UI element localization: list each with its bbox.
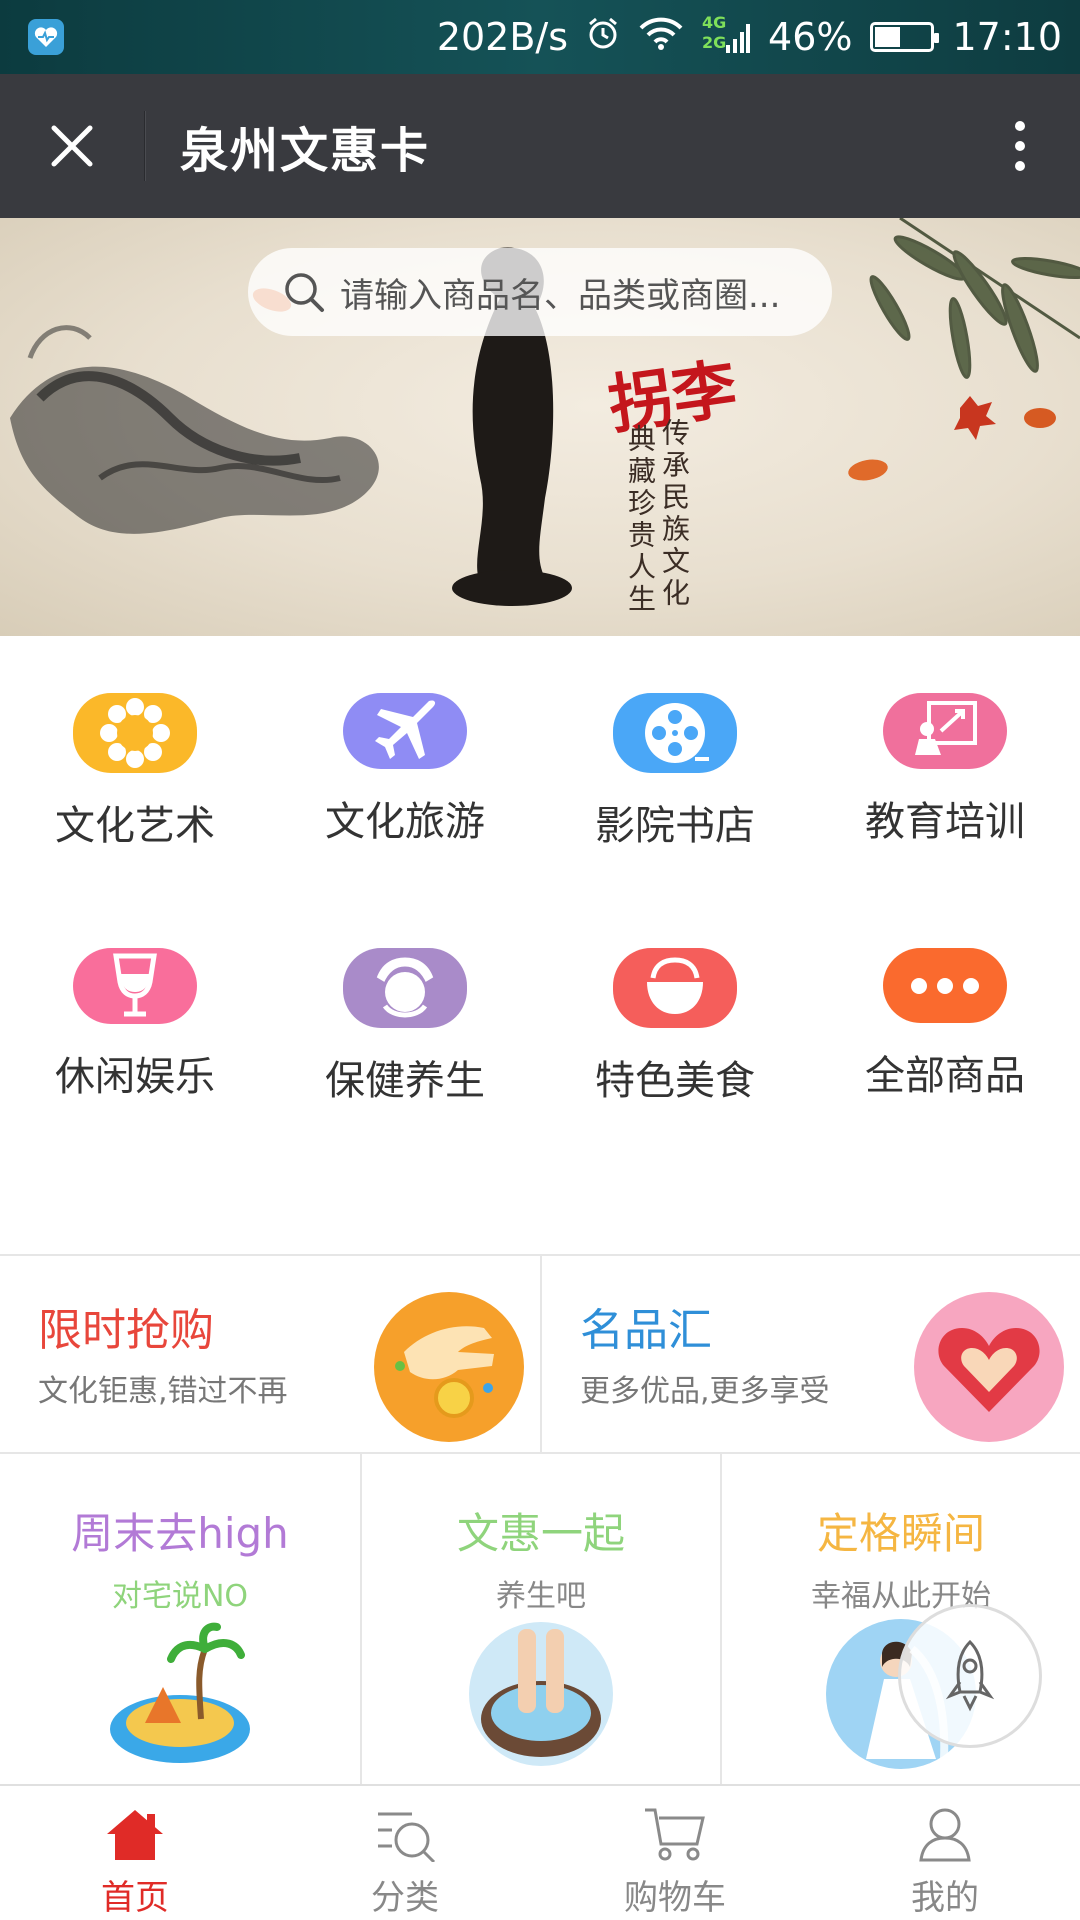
more-menu-button[interactable] xyxy=(960,74,1080,218)
search-bar[interactable]: 请输入商品名、品类或商圈... xyxy=(248,248,832,336)
blackboard-teacher-icon xyxy=(883,693,1007,769)
health-app-icon xyxy=(28,19,64,55)
category-label: 文化旅游 xyxy=(325,799,485,845)
category-culture-art[interactable]: 文化艺术 xyxy=(0,636,270,849)
airplane-icon xyxy=(343,693,467,769)
alarm-icon xyxy=(586,15,620,59)
search-icon xyxy=(285,273,324,312)
category-education[interactable]: 教育培训 xyxy=(810,636,1080,846)
cart-icon xyxy=(645,1808,705,1861)
battery-icon xyxy=(870,22,940,52)
back-to-top-button[interactable] xyxy=(898,1604,1042,1748)
promo-subtitle: 更多优品,更多享受 xyxy=(580,1374,830,1409)
network-type-top: 4G xyxy=(702,13,727,32)
feature-subtitle: 幸福从此开始 xyxy=(811,1579,991,1614)
user-icon xyxy=(919,1808,971,1862)
wine-glass-icon xyxy=(73,948,197,1024)
tab-home[interactable]: 首页 xyxy=(0,1786,270,1920)
rocket-icon xyxy=(945,1639,995,1712)
tab-label: 分类 xyxy=(371,1878,439,1918)
feature-row: 周末去high 对宅说NO 文惠一起 养生吧 定格瞬间 幸福从此开始 xyxy=(0,1454,1080,1784)
banner-slogan-1: 传承民族文化 xyxy=(658,418,691,610)
tab-label: 购物车 xyxy=(624,1878,726,1918)
tab-category[interactable]: 分类 xyxy=(270,1786,540,1920)
flower-ring-icon xyxy=(73,693,197,773)
close-button[interactable] xyxy=(0,74,144,218)
promo-title: 名品汇 xyxy=(580,1305,712,1356)
home-icon xyxy=(107,1810,163,1860)
feature-photo[interactable]: 定格瞬间 幸福从此开始 xyxy=(720,1454,1080,1784)
promo-title: 限时抢购 xyxy=(38,1305,214,1356)
category-grid: 文化艺术 文化旅游 影院书店 教育培训 休闲娱乐 保健养生 特色美食 全部商品 xyxy=(0,636,1080,1256)
promo-brand-collection[interactable]: 名品汇 更多优品,更多享受 xyxy=(540,1256,1080,1452)
category-search-icon xyxy=(378,1812,436,1862)
category-leisure[interactable]: 休闲娱乐 xyxy=(0,891,270,1101)
island-icon xyxy=(105,1619,255,1769)
bowl-icon xyxy=(613,948,737,1028)
promo-row: 限时抢购 文化钜惠,错过不再 名品汇 更多优品,更多享受 xyxy=(0,1254,1080,1454)
category-food[interactable]: 特色美食 xyxy=(540,891,810,1104)
category-all-products[interactable]: 全部商品 xyxy=(810,891,1080,1101)
film-reel-icon xyxy=(613,693,737,773)
clock: 17:10 xyxy=(952,15,1062,59)
network-speed: 202B/s xyxy=(436,15,569,59)
massage-hands-icon xyxy=(343,948,467,1028)
feature-wellness[interactable]: 文惠一起 养生吧 xyxy=(360,1454,720,1784)
promo-flash-sale[interactable]: 限时抢购 文化钜惠,错过不再 xyxy=(0,1256,540,1452)
tab-profile[interactable]: 我的 xyxy=(810,1786,1080,1920)
category-label: 影院书店 xyxy=(595,803,755,849)
feature-title: 定格瞬间 xyxy=(816,1509,985,1558)
feature-subtitle: 对宅说NO xyxy=(111,1579,249,1614)
cellular-signal-icon: 4G 2G xyxy=(702,13,751,57)
close-icon xyxy=(51,125,93,167)
category-label: 文化艺术 xyxy=(55,803,215,849)
nav-bar: 泉州文惠卡 xyxy=(0,74,1080,218)
category-label: 特色美食 xyxy=(595,1058,755,1104)
category-label: 全部商品 xyxy=(865,1053,1025,1099)
promo-subtitle: 文化钜惠,错过不再 xyxy=(38,1374,288,1409)
wifi-icon xyxy=(638,15,684,59)
hand-coin-icon xyxy=(374,1292,524,1442)
network-type-bottom: 2G xyxy=(702,33,727,52)
nav-divider xyxy=(144,111,146,181)
tab-label: 首页 xyxy=(101,1878,169,1918)
foot-spa-icon xyxy=(466,1619,616,1769)
category-label: 保健养生 xyxy=(325,1058,485,1104)
status-bar: 202B/s 4G 2G 46% 17:10 xyxy=(0,0,1080,74)
tab-bar: 首页 分类 购物车 我的 xyxy=(0,1784,1080,1920)
feature-title: 文惠一起 xyxy=(456,1509,625,1558)
category-label: 教育培训 xyxy=(865,799,1025,845)
tab-label: 我的 xyxy=(911,1878,979,1918)
category-cinema-bookstore[interactable]: 影院书店 xyxy=(540,636,810,849)
banner[interactable]: 请输入商品名、品类或商圈... 拐李 传承民族文化 典藏珍贵人生 xyxy=(0,218,1080,636)
search-placeholder: 请输入商品名、品类或商圈... xyxy=(340,275,781,316)
feature-weekend[interactable]: 周末去high 对宅说NO xyxy=(0,1454,360,1784)
heart-hands-icon xyxy=(914,1292,1064,1442)
tab-cart[interactable]: 购物车 xyxy=(540,1786,810,1920)
page-title: 泉州文惠卡 xyxy=(180,123,431,179)
battery-percent: 46% xyxy=(768,15,853,59)
category-health[interactable]: 保健养生 xyxy=(270,891,540,1104)
category-label: 休闲娱乐 xyxy=(55,1054,215,1100)
more-dots-icon xyxy=(883,948,1007,1023)
banner-slogan-2: 典藏珍贵人生 xyxy=(624,424,657,616)
category-culture-travel[interactable]: 文化旅游 xyxy=(270,636,540,846)
feature-title: 周末去high xyxy=(71,1509,289,1558)
feature-subtitle: 养生吧 xyxy=(496,1579,586,1614)
